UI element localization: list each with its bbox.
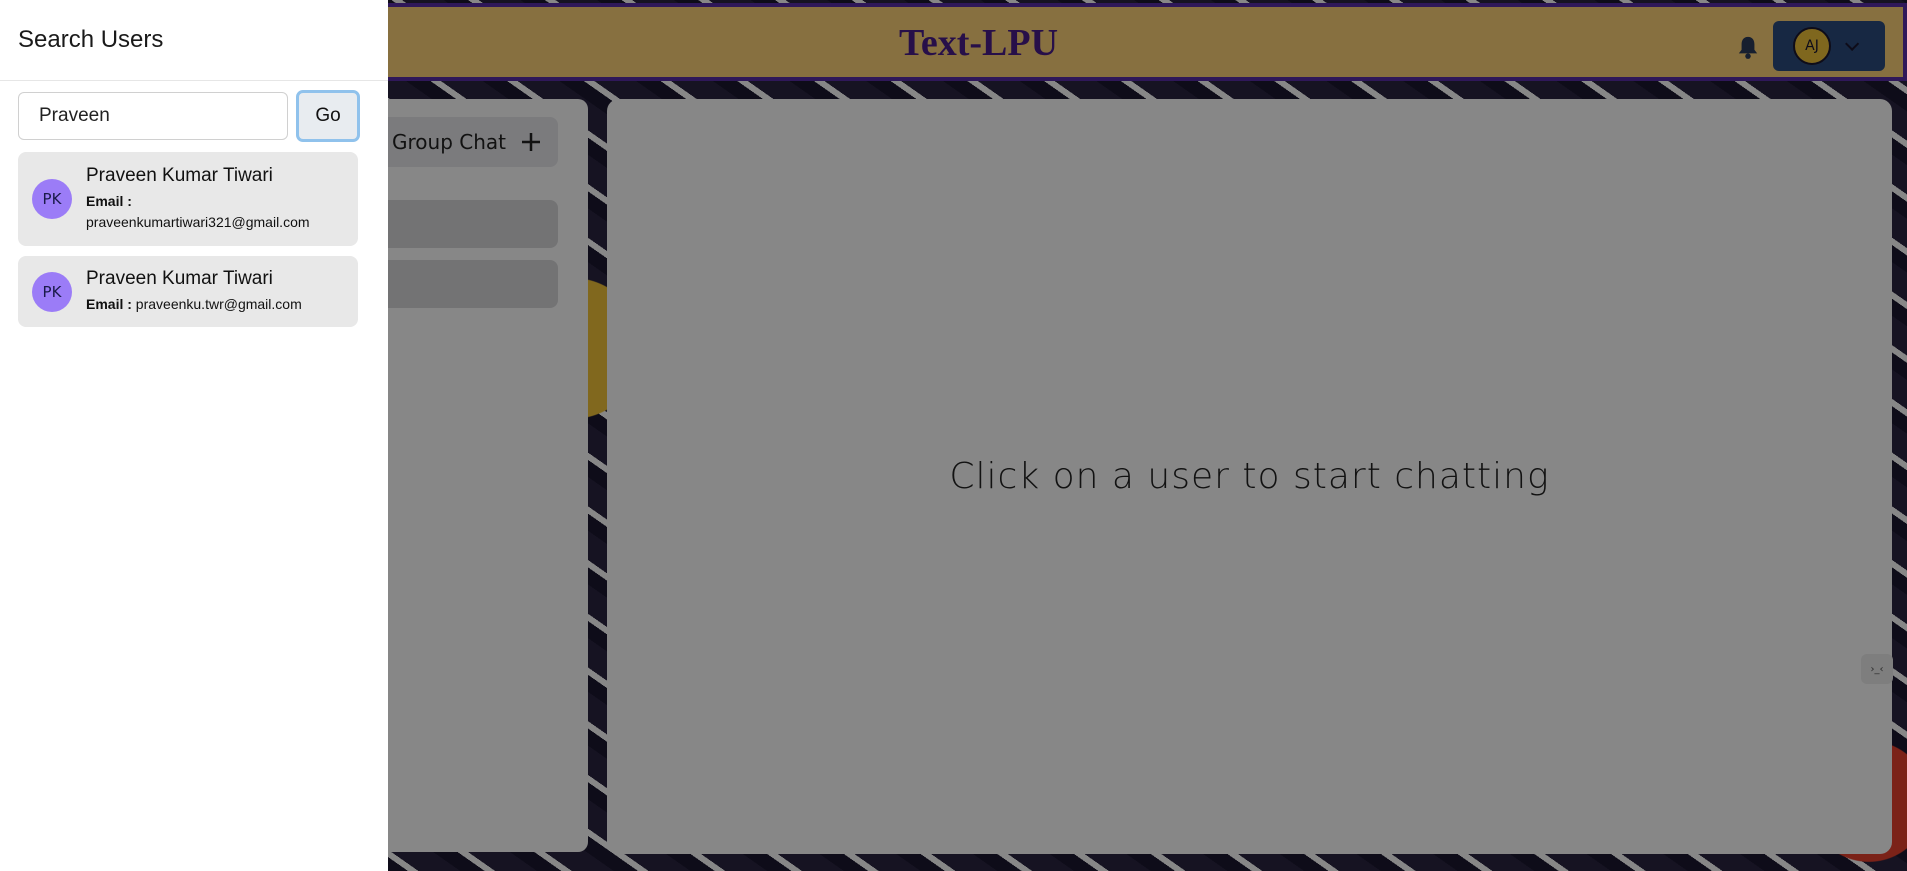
avatar: PK [32, 271, 72, 312]
user-name: Praveen Kumar Tiwari [86, 165, 273, 186]
user-result-item[interactable]: PK Praveen Kumar Tiwari Email : praveenk… [18, 152, 358, 246]
user-info: Praveen Kumar Tiwari Email : praveenku.t… [86, 268, 302, 315]
go-button[interactable]: Go [296, 90, 360, 142]
user-info: Praveen Kumar Tiwari Email : praveenkuma… [86, 165, 310, 233]
avatar: PK [32, 179, 72, 219]
search-users-drawer: Search Users Go PK Praveen Kumar Tiwari … [0, 0, 388, 871]
email-value: praveenkumartiwari321@gmail.com [86, 214, 310, 230]
email-value: praveenku.twr@gmail.com [135, 296, 302, 312]
user-email: Email : praveenkumartiwari321@gmail.com [86, 191, 310, 233]
user-email: Email : praveenku.twr@gmail.com [86, 294, 302, 315]
divider [0, 80, 388, 81]
user-name: Praveen Kumar Tiwari [86, 268, 273, 289]
email-label: Email : [86, 296, 132, 312]
email-label: Email : [86, 193, 132, 209]
user-result-item[interactable]: PK Praveen Kumar Tiwari Email : praveenk… [18, 256, 358, 327]
search-input[interactable] [18, 92, 288, 140]
drawer-title: Search Users [18, 26, 164, 53]
